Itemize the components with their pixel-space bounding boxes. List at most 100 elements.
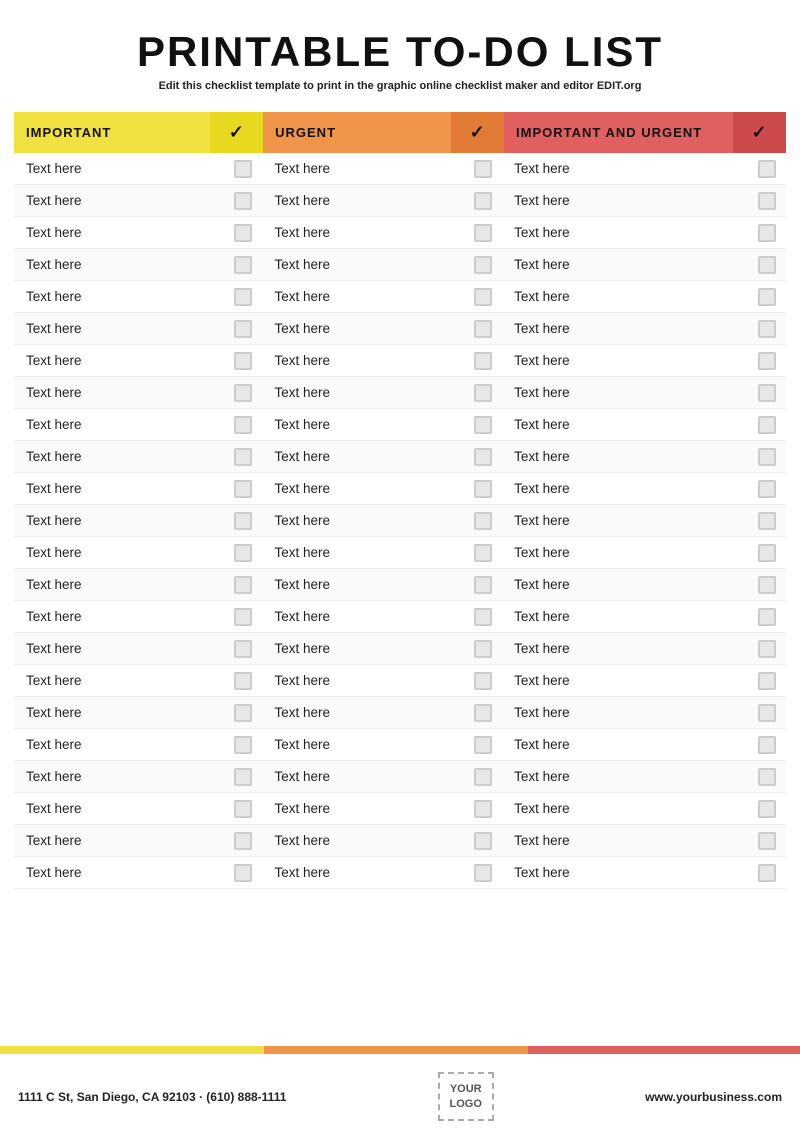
cell-important-text[interactable]: Text here: [14, 761, 224, 792]
cell-imp-urgent-check[interactable]: [747, 793, 786, 824]
cell-urgent-check[interactable]: [463, 537, 502, 568]
cell-imp-urgent-check[interactable]: [747, 825, 786, 856]
cell-urgent-check[interactable]: [463, 601, 502, 632]
checkbox[interactable]: [758, 608, 776, 626]
checkbox[interactable]: [474, 352, 492, 370]
cell-imp-urgent-check[interactable]: [747, 345, 786, 376]
cell-important-check[interactable]: [224, 441, 263, 472]
cell-imp-urgent-check[interactable]: [747, 249, 786, 280]
checkbox[interactable]: [234, 768, 252, 786]
cell-important-text[interactable]: Text here: [14, 825, 224, 856]
checkbox[interactable]: [474, 768, 492, 786]
cell-urgent-check[interactable]: [463, 409, 502, 440]
cell-important-text[interactable]: Text here: [14, 153, 224, 184]
cell-urgent-text[interactable]: Text here: [262, 217, 463, 248]
cell-imp-urgent-text[interactable]: Text here: [502, 633, 747, 664]
checkbox[interactable]: [474, 864, 492, 882]
cell-important-check[interactable]: [224, 569, 263, 600]
cell-important-check[interactable]: [224, 665, 263, 696]
cell-urgent-check[interactable]: [463, 793, 502, 824]
checkbox[interactable]: [758, 384, 776, 402]
cell-important-text[interactable]: Text here: [14, 313, 224, 344]
cell-imp-urgent-check[interactable]: [747, 377, 786, 408]
cell-imp-urgent-text[interactable]: Text here: [502, 857, 747, 888]
cell-urgent-check[interactable]: [463, 185, 502, 216]
checkbox[interactable]: [474, 384, 492, 402]
checkbox[interactable]: [234, 256, 252, 274]
checkbox[interactable]: [234, 672, 252, 690]
cell-imp-urgent-check[interactable]: [747, 857, 786, 888]
cell-imp-urgent-text[interactable]: Text here: [502, 665, 747, 696]
checkbox[interactable]: [234, 384, 252, 402]
checkbox[interactable]: [234, 448, 252, 466]
cell-imp-urgent-check[interactable]: [747, 633, 786, 664]
cell-imp-urgent-check[interactable]: [747, 601, 786, 632]
checkbox[interactable]: [234, 704, 252, 722]
cell-important-check[interactable]: [224, 825, 263, 856]
cell-imp-urgent-text[interactable]: Text here: [502, 729, 747, 760]
checkbox[interactable]: [758, 544, 776, 562]
cell-urgent-text[interactable]: Text here: [262, 377, 463, 408]
cell-important-check[interactable]: [224, 313, 263, 344]
cell-important-text[interactable]: Text here: [14, 473, 224, 504]
cell-urgent-text[interactable]: Text here: [262, 697, 463, 728]
checkbox[interactable]: [758, 576, 776, 594]
cell-urgent-check[interactable]: [463, 441, 502, 472]
checkbox[interactable]: [758, 416, 776, 434]
cell-urgent-check[interactable]: [463, 153, 502, 184]
checkbox[interactable]: [234, 160, 252, 178]
cell-important-check[interactable]: [224, 793, 263, 824]
checkbox[interactable]: [758, 800, 776, 818]
cell-imp-urgent-check[interactable]: [747, 729, 786, 760]
cell-important-check[interactable]: [224, 217, 263, 248]
checkbox[interactable]: [234, 288, 252, 306]
cell-imp-urgent-check[interactable]: [747, 441, 786, 472]
checkbox[interactable]: [474, 512, 492, 530]
cell-urgent-text[interactable]: Text here: [262, 473, 463, 504]
cell-important-check[interactable]: [224, 697, 263, 728]
cell-urgent-check[interactable]: [463, 505, 502, 536]
cell-urgent-check[interactable]: [463, 249, 502, 280]
cell-important-text[interactable]: Text here: [14, 409, 224, 440]
cell-urgent-text[interactable]: Text here: [262, 761, 463, 792]
cell-important-text[interactable]: Text here: [14, 665, 224, 696]
cell-imp-urgent-check[interactable]: [747, 217, 786, 248]
cell-imp-urgent-text[interactable]: Text here: [502, 601, 747, 632]
cell-important-check[interactable]: [224, 377, 263, 408]
checkbox[interactable]: [474, 736, 492, 754]
checkbox[interactable]: [758, 704, 776, 722]
cell-imp-urgent-text[interactable]: Text here: [502, 153, 747, 184]
cell-important-text[interactable]: Text here: [14, 185, 224, 216]
cell-urgent-check[interactable]: [463, 377, 502, 408]
checkbox[interactable]: [758, 352, 776, 370]
cell-urgent-text[interactable]: Text here: [262, 505, 463, 536]
cell-important-text[interactable]: Text here: [14, 441, 224, 472]
cell-imp-urgent-text[interactable]: Text here: [502, 217, 747, 248]
cell-urgent-text[interactable]: Text here: [262, 441, 463, 472]
cell-important-text[interactable]: Text here: [14, 377, 224, 408]
cell-imp-urgent-check[interactable]: [747, 697, 786, 728]
cell-important-text[interactable]: Text here: [14, 569, 224, 600]
checkbox[interactable]: [234, 608, 252, 626]
checkbox[interactable]: [474, 640, 492, 658]
cell-urgent-text[interactable]: Text here: [262, 793, 463, 824]
checkbox[interactable]: [758, 288, 776, 306]
checkbox[interactable]: [234, 320, 252, 338]
cell-imp-urgent-text[interactable]: Text here: [502, 313, 747, 344]
checkbox[interactable]: [758, 480, 776, 498]
cell-important-text[interactable]: Text here: [14, 729, 224, 760]
checkbox[interactable]: [474, 800, 492, 818]
checkbox[interactable]: [234, 800, 252, 818]
checkbox[interactable]: [234, 864, 252, 882]
cell-urgent-text[interactable]: Text here: [262, 537, 463, 568]
cell-imp-urgent-check[interactable]: [747, 761, 786, 792]
cell-imp-urgent-text[interactable]: Text here: [502, 793, 747, 824]
cell-urgent-check[interactable]: [463, 281, 502, 312]
cell-imp-urgent-check[interactable]: [747, 505, 786, 536]
checkbox[interactable]: [234, 480, 252, 498]
checkbox[interactable]: [234, 544, 252, 562]
cell-imp-urgent-text[interactable]: Text here: [502, 825, 747, 856]
cell-urgent-check[interactable]: [463, 473, 502, 504]
cell-important-check[interactable]: [224, 153, 263, 184]
cell-important-text[interactable]: Text here: [14, 345, 224, 376]
